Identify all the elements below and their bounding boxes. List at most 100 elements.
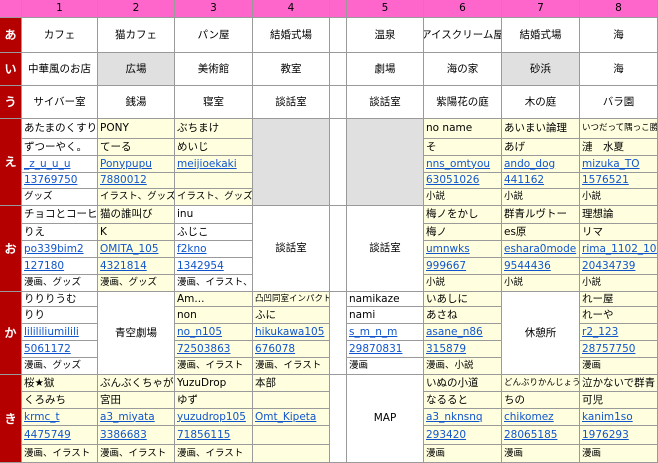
ki6-pixiv-id[interactable]: 293420 [424, 426, 502, 445]
e7-twitter-id[interactable]: ando_dog [502, 156, 580, 173]
e6-twitter-id[interactable]: nns_omtyou [424, 156, 502, 173]
e8-pixiv-id[interactable]: 1576521 [580, 173, 658, 189]
row-label-1[interactable]: あ [0, 18, 22, 53]
ki7-twitter-id[interactable]: chikomez [502, 409, 580, 426]
o8-pixiv-id[interactable]: 20434739 [580, 258, 658, 275]
o2-pixiv-id[interactable]: 4321814 [98, 258, 175, 275]
row_a-cell-4[interactable]: 結婚式場 [253, 18, 330, 53]
row_u-cell-7[interactable]: 木の庭 [502, 86, 580, 119]
ki8-genre: 漫画 [580, 445, 658, 463]
row-label-7[interactable]: き [0, 375, 22, 463]
o6-pixiv-id[interactable]: 999667 [424, 258, 502, 275]
ka6-pixiv-id[interactable]: 315879 [424, 341, 502, 358]
row_u-cell-8[interactable]: バラ園 [580, 86, 658, 119]
e2-pixiv-id[interactable]: 7880012 [98, 173, 175, 189]
column-header-1[interactable]: 1 [22, 0, 98, 18]
o8-twitter-id[interactable]: rima_1102_1011 [580, 241, 658, 258]
column-header-4[interactable]: 4 [253, 0, 330, 18]
ka2-block[interactable]: 青空劇場 [98, 292, 175, 375]
o5-block[interactable]: 談話室 [347, 206, 424, 292]
o7-pixiv-id[interactable]: 9544436 [502, 258, 580, 275]
row_i-cell-6[interactable]: 海の家 [424, 53, 502, 86]
ki3-pen-name: ゆず [175, 392, 253, 409]
row_u-cell-4[interactable]: 談話室 [253, 86, 330, 119]
o6-twitter-id[interactable]: umnwks [424, 241, 502, 258]
ki2-twitter-id[interactable]: a3_miyata [98, 409, 175, 426]
row_u-cell-6[interactable]: 紫陽花の庭 [424, 86, 502, 119]
ka8-twitter-id[interactable]: r2_123 [580, 324, 658, 341]
row_i-cell-1[interactable]: 中華風のお店 [22, 53, 98, 86]
ka1-twitter-id[interactable]: lilililiumilili [22, 324, 98, 341]
row_a-cell-2[interactable]: 猫カフェ [98, 18, 175, 53]
row_u-cell-2[interactable]: 銭湯 [98, 86, 175, 119]
ki6-twitter-id[interactable]: a3_nknsnq [424, 409, 502, 426]
column-header-2[interactable]: 2 [98, 0, 175, 18]
column-header-8[interactable]: 8 [580, 0, 658, 18]
row_a-cell-1[interactable]: カフェ [22, 18, 98, 53]
ka3-pixiv-id[interactable]: 72503863 [175, 341, 253, 358]
ki7-pixiv-id[interactable]: 28065185 [502, 426, 580, 445]
ki5-block[interactable]: MAP [347, 375, 424, 463]
e8-twitter-id[interactable]: mizuka_TO [580, 156, 658, 173]
row_a-cell-3[interactable]: パン屋 [175, 18, 253, 53]
ki3-twitter-id[interactable]: yuzudrop105 [175, 409, 253, 426]
e1-twitter-id[interactable]: _z_u_u_u [22, 156, 98, 173]
row-label-2[interactable]: い [0, 53, 22, 86]
ka5-twitter-id[interactable]: s_m_n_m [347, 324, 424, 341]
row_i-cell-3[interactable]: 美術館 [175, 53, 253, 86]
e6-pen-name: そ [424, 139, 502, 156]
row_u-cell-1[interactable]: サイバー室 [22, 86, 98, 119]
ki1-twitter-id[interactable]: krmc_t [22, 409, 98, 426]
e3-pixiv-id[interactable] [175, 173, 253, 189]
ki8-twitter-id[interactable]: kanim1so [580, 409, 658, 426]
ka3-twitter-id[interactable]: no_n105 [175, 324, 253, 341]
row_i-cell-2[interactable]: 広場 [98, 53, 175, 86]
column-header-5[interactable]: 5 [347, 0, 424, 18]
column-header-6[interactable]: 6 [424, 0, 502, 18]
o1-pixiv-id[interactable]: 127180 [22, 258, 98, 275]
row_i-cell-5[interactable]: 劇場 [347, 53, 424, 86]
e1-pixiv-id[interactable]: 13769750 [22, 173, 98, 189]
e3-twitter-id[interactable]: meijioekaki [175, 156, 253, 173]
ki1-pixiv-id[interactable]: 4475749 [22, 426, 98, 445]
ka5-pixiv-id[interactable]: 29870831 [347, 341, 424, 358]
o1-twitter-id[interactable]: po339bim2 [22, 241, 98, 258]
ka8-pixiv-id[interactable]: 28757750 [580, 341, 658, 358]
e4-block[interactable] [253, 119, 330, 206]
row-label-5[interactable]: お [0, 206, 22, 292]
e2-twitter-id[interactable]: Ponypupu [98, 156, 175, 173]
row_a-cell-7[interactable]: 結婚式場 [502, 18, 580, 53]
row_i-cell-7[interactable]: 砂浜 [502, 53, 580, 86]
ki2-pixiv-id[interactable]: 3386683 [98, 426, 175, 445]
column-header-7[interactable]: 7 [502, 0, 580, 18]
ka4-twitter-id[interactable]: hikukawa105 [253, 324, 330, 341]
e5-block[interactable] [347, 119, 424, 206]
ki4-pixiv-id[interactable] [253, 426, 330, 445]
row_i-cell-4[interactable]: 教室 [253, 53, 330, 86]
header-gap [330, 0, 347, 18]
row_a-cell-6[interactable]: アイスクリーム屋 [424, 18, 502, 53]
row-label-4[interactable]: え [0, 119, 22, 206]
o4-block[interactable]: 談話室 [253, 206, 330, 292]
e6-pixiv-id[interactable]: 63051026 [424, 173, 502, 189]
o3-pixiv-id[interactable]: 1342954 [175, 258, 253, 275]
ki8-pixiv-id[interactable]: 1976293 [580, 426, 658, 445]
o7-twitter-id[interactable]: eshara0mode [502, 241, 580, 258]
ka1-pixiv-id[interactable]: 5061172 [22, 341, 98, 358]
o3-twitter-id[interactable]: f2kno [175, 241, 253, 258]
row_i-cell-8[interactable]: 海 [580, 53, 658, 86]
ki3-pixiv-id[interactable]: 71856115 [175, 426, 253, 445]
column-header-3[interactable]: 3 [175, 0, 253, 18]
row_a-cell-8[interactable]: 海 [580, 18, 658, 53]
row_a-cell-5[interactable]: 温泉 [347, 18, 424, 53]
row_u-cell-5[interactable]: 談話室 [347, 86, 424, 119]
o2-twitter-id[interactable]: OMITA_105 [98, 241, 175, 258]
ka7-block[interactable]: 休憩所 [502, 292, 580, 375]
ka4-pixiv-id[interactable]: 676078 [253, 341, 330, 358]
row_u-cell-3[interactable]: 寝室 [175, 86, 253, 119]
ki4-twitter-id[interactable]: Omt_Kipeta [253, 409, 330, 426]
row-label-6[interactable]: か [0, 292, 22, 375]
e7-pixiv-id[interactable]: 441162 [502, 173, 580, 189]
row-label-3[interactable]: う [0, 86, 22, 119]
ka6-twitter-id[interactable]: asane_n86 [424, 324, 502, 341]
